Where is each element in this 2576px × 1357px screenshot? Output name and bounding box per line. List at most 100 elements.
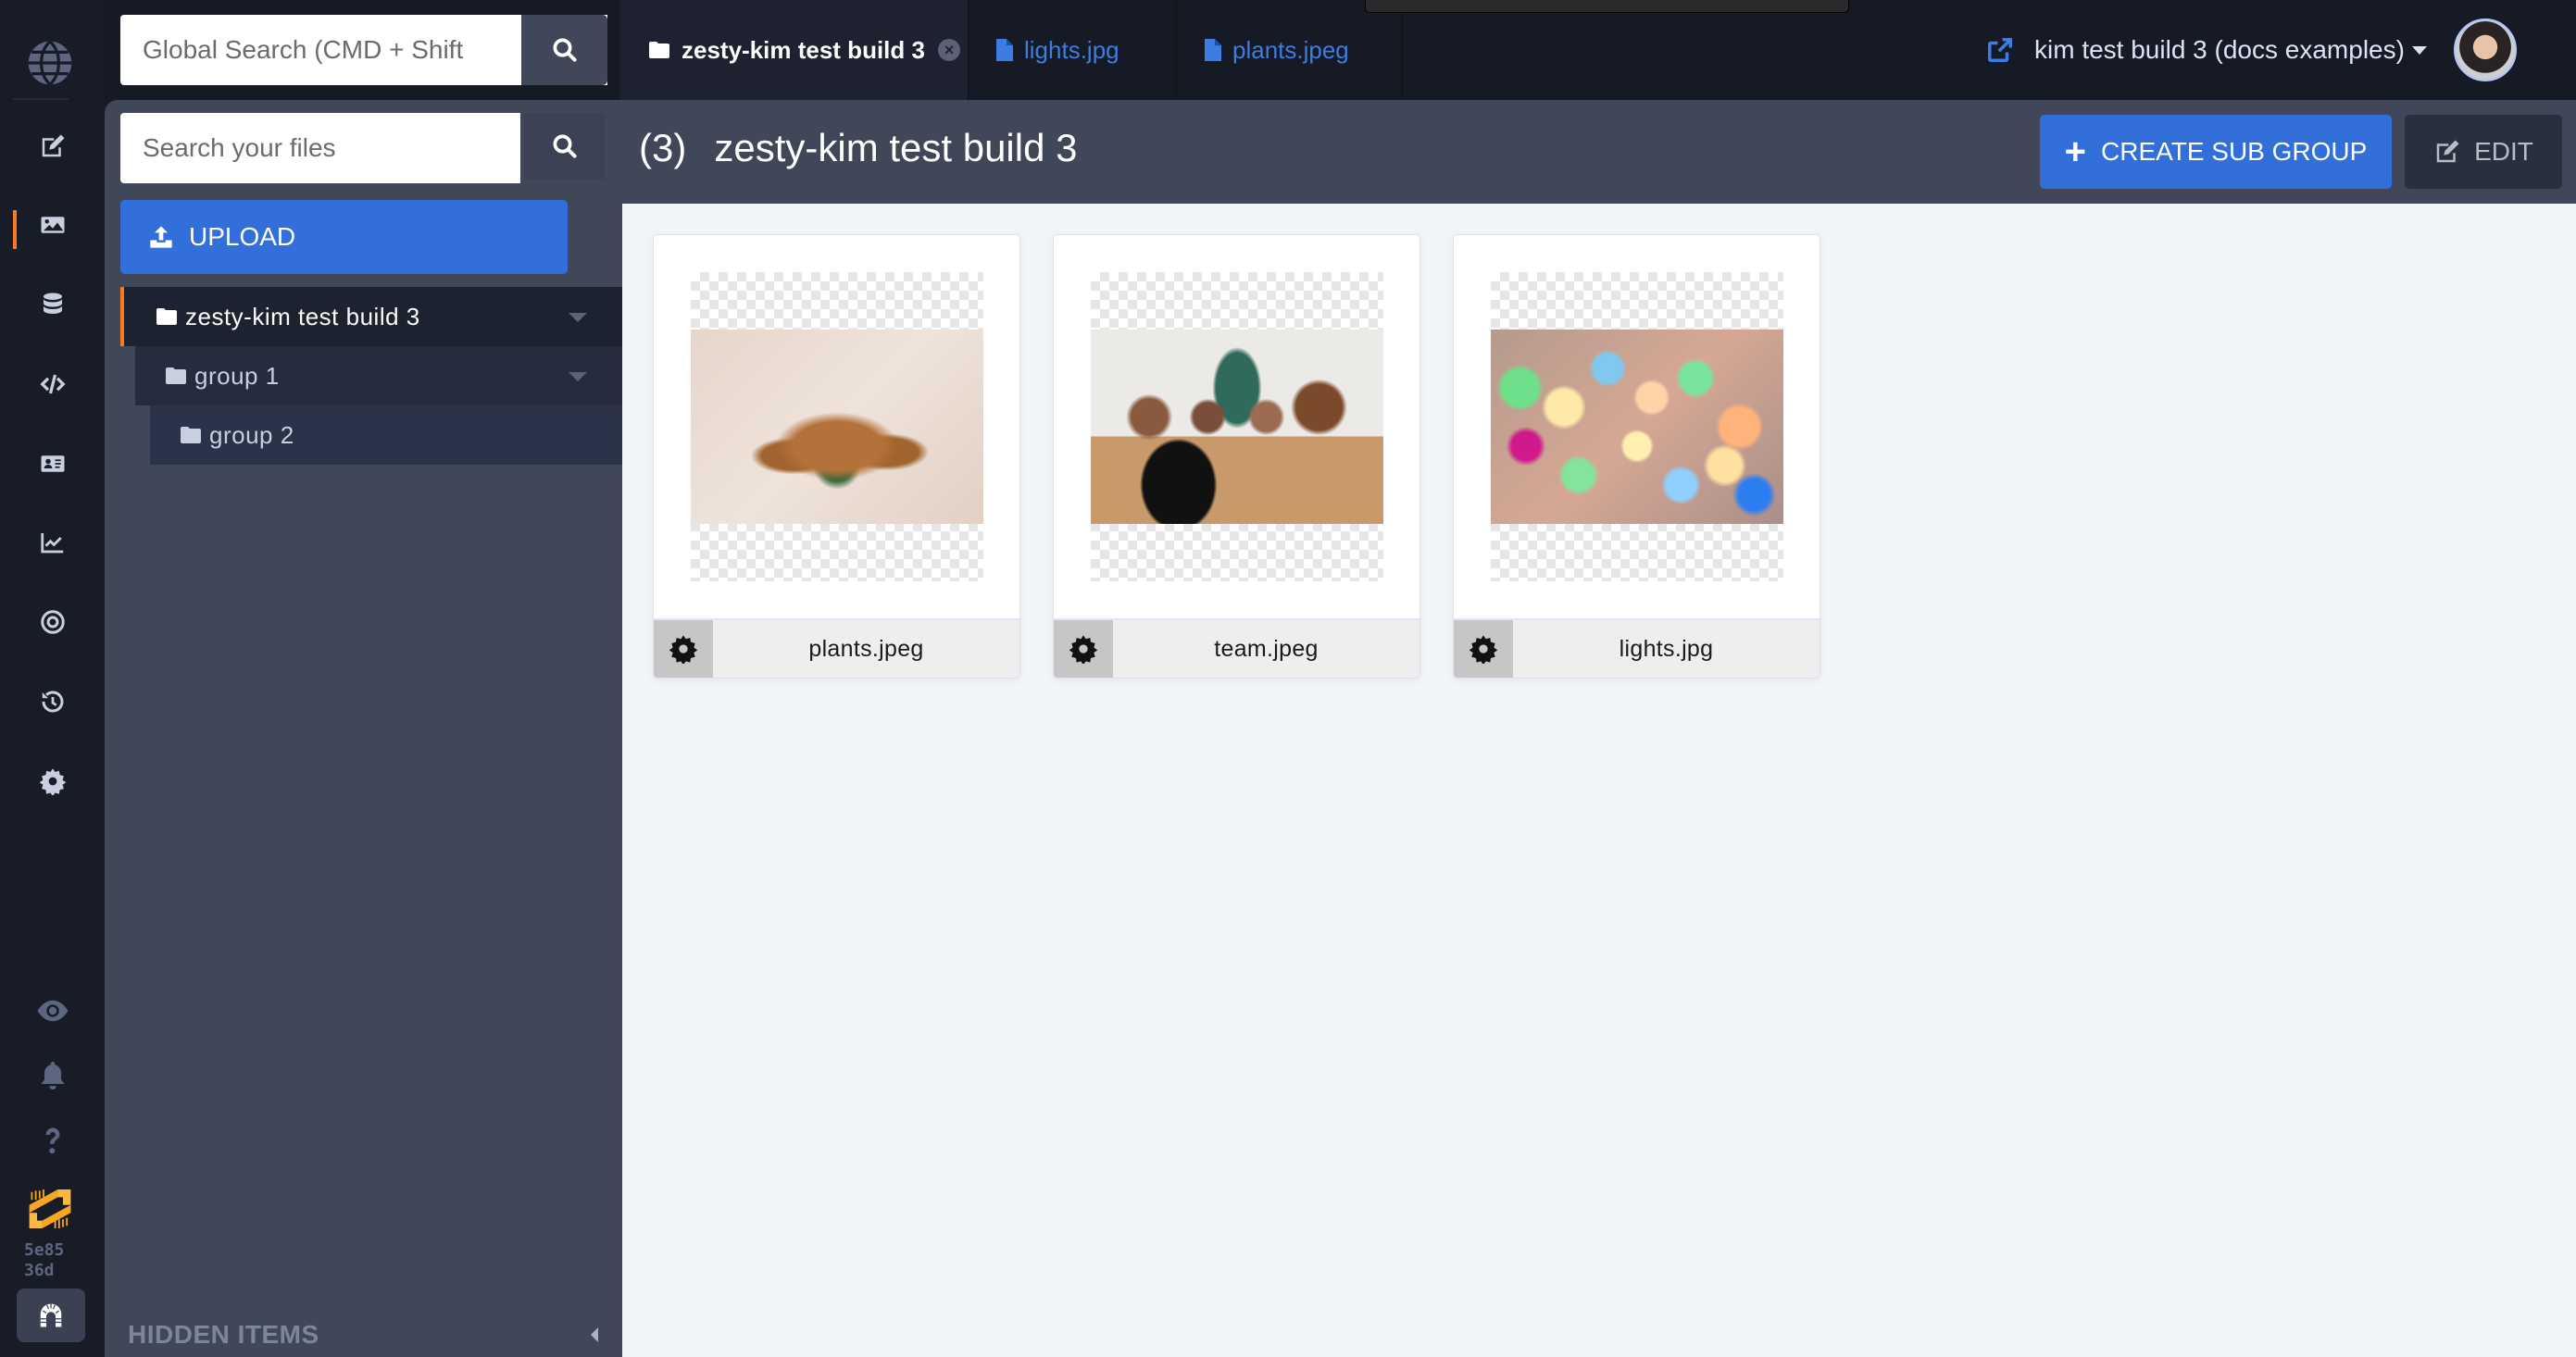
external-link-icon[interactable] bbox=[1986, 36, 2014, 64]
media-sidebar: Search your files UPLOAD zesty-kim test … bbox=[105, 100, 622, 1357]
plants-thumbnail bbox=[691, 330, 983, 524]
file-card-footer: team.jpeg bbox=[1054, 618, 1419, 678]
tab-plants-jpeg[interactable]: plants.jpeg bbox=[1176, 0, 1403, 100]
file-name: plants.jpeg bbox=[808, 635, 924, 662]
file-search-input[interactable]: Search your files bbox=[120, 113, 520, 183]
code-icon bbox=[39, 374, 66, 394]
team-thumbnail bbox=[1091, 330, 1383, 524]
tab-label: plants.jpeg bbox=[1232, 35, 1349, 64]
folder-icon bbox=[181, 427, 201, 443]
search-icon bbox=[553, 38, 577, 62]
database-icon bbox=[43, 293, 62, 314]
top-bar: Global Search (CMD + Shift zesty-kim tes… bbox=[105, 0, 2576, 100]
file-settings-button[interactable] bbox=[1454, 620, 1513, 678]
instance-switcher[interactable]: kim test build 3 (docs examples) bbox=[1986, 0, 2427, 100]
app-nav-rail: 5e85 36d bbox=[0, 0, 105, 1357]
transparency-backdrop bbox=[1091, 272, 1383, 581]
edit-icon bbox=[2436, 140, 2459, 163]
gear-icon bbox=[39, 768, 66, 795]
rail-item-notifications[interactable] bbox=[0, 1048, 105, 1103]
instance-name: kim test build 3 (docs examples) bbox=[2034, 35, 2405, 64]
caret-down-icon[interactable] bbox=[569, 372, 587, 381]
create-sub-group-label: CREATE SUB GROUP bbox=[2101, 137, 2368, 166]
upload-icon bbox=[150, 226, 172, 248]
file-name: lights.jpg bbox=[1619, 635, 1714, 662]
tree-item-label: group 1 bbox=[194, 361, 280, 390]
edit-label: EDIT bbox=[2474, 137, 2533, 166]
create-sub-group-button[interactable]: + CREATE SUB GROUP bbox=[2040, 115, 2392, 189]
rail-item-audit-trail[interactable] bbox=[0, 674, 105, 729]
tab-label: lights.jpg bbox=[1024, 35, 1119, 64]
app-root: 5e85 36d Global Search (CMD + Shift zest… bbox=[0, 0, 2576, 1357]
search-icon bbox=[553, 134, 577, 158]
lights-thumbnail bbox=[1491, 330, 1783, 524]
rail-item-content[interactable] bbox=[0, 118, 105, 174]
history-icon bbox=[42, 691, 63, 713]
tree-item-label: group 2 bbox=[209, 420, 294, 449]
globe-icon[interactable] bbox=[24, 37, 76, 89]
rail-item-settings[interactable] bbox=[0, 753, 105, 809]
gear-icon bbox=[669, 635, 698, 664]
file-icon bbox=[1205, 39, 1221, 61]
global-search-button[interactable] bbox=[521, 15, 607, 85]
question-icon bbox=[45, 1127, 59, 1154]
close-tab-icon[interactable]: × bbox=[937, 39, 960, 61]
file-settings-button[interactable] bbox=[654, 620, 713, 678]
file-search-button[interactable] bbox=[524, 113, 605, 180]
file-card-footer: plants.jpeg bbox=[654, 618, 1019, 678]
address-card-icon bbox=[41, 455, 64, 472]
file-card[interactable]: lights.jpg bbox=[1453, 234, 1820, 678]
edit-button[interactable]: EDIT bbox=[2405, 115, 2562, 189]
bell-icon bbox=[40, 1062, 65, 1089]
file-search-placeholder: Search your files bbox=[143, 133, 336, 162]
tree-item-zesty-kim-test-build-3[interactable]: zesty-kim test build 3 bbox=[120, 287, 622, 346]
file-card[interactable]: team.jpeg bbox=[1053, 234, 1420, 678]
hidden-items-label[interactable]: HIDDEN ITEMS bbox=[128, 1320, 319, 1350]
folder-icon bbox=[166, 367, 186, 384]
file-card[interactable]: plants.jpeg bbox=[653, 234, 1020, 678]
build-hash-line-2: 36d bbox=[24, 1261, 55, 1280]
global-search-placeholder: Global Search (CMD + Shift bbox=[143, 35, 464, 64]
group-title: zesty-kim test build 3 bbox=[714, 126, 1078, 169]
build-hash: 5e85 36d bbox=[24, 1240, 64, 1281]
tab-zesty-kim-test-build-3[interactable]: zesty-kim test build 3 × bbox=[620, 0, 968, 100]
image-icon bbox=[41, 217, 64, 233]
top-notch bbox=[1365, 0, 1849, 13]
rail-item-seo[interactable] bbox=[0, 594, 105, 650]
chart-line-icon bbox=[40, 533, 63, 554]
rail-item-code[interactable] bbox=[0, 356, 105, 412]
upload-button[interactable]: UPLOAD bbox=[120, 200, 568, 274]
file-grid: plants.jpeg team.jpeg lights.jpg bbox=[622, 204, 2576, 1357]
tab-label: zesty-kim test build 3 bbox=[682, 35, 925, 64]
file-name: team.jpeg bbox=[1214, 635, 1319, 662]
file-settings-button[interactable] bbox=[1054, 620, 1113, 678]
file-icon bbox=[996, 39, 1013, 61]
zesty-logo-icon bbox=[29, 1189, 71, 1228]
target-icon bbox=[40, 610, 65, 634]
vault-button[interactable] bbox=[17, 1289, 85, 1342]
transparency-backdrop bbox=[691, 272, 983, 581]
tree-item-group-2[interactable]: group 2 bbox=[150, 405, 622, 465]
rail-divider bbox=[13, 98, 69, 100]
archway-icon bbox=[40, 1303, 62, 1327]
eye-icon bbox=[37, 1000, 68, 1022]
page-title: (3) zesty-kim test build 3 bbox=[639, 126, 1077, 170]
edit-icon bbox=[42, 134, 64, 157]
tree-item-label: zesty-kim test build 3 bbox=[185, 302, 420, 330]
transparency-backdrop bbox=[1491, 272, 1783, 581]
user-avatar[interactable] bbox=[2454, 19, 2517, 81]
chevron-down-icon bbox=[2411, 45, 2427, 55]
tab-lights-jpg[interactable]: lights.jpg bbox=[968, 0, 1176, 100]
rail-item-preview[interactable] bbox=[0, 983, 105, 1039]
rail-item-media[interactable] bbox=[0, 197, 105, 253]
group-header: (3) zesty-kim test build 3 + CREATE SUB G… bbox=[622, 100, 2576, 204]
gear-icon bbox=[1069, 635, 1098, 664]
caret-down-icon[interactable] bbox=[569, 313, 587, 322]
rail-item-schema[interactable] bbox=[0, 277, 105, 332]
caret-left-icon[interactable] bbox=[591, 1327, 598, 1342]
tree-item-group-1[interactable]: group 1 bbox=[135, 346, 622, 405]
rail-item-help[interactable] bbox=[0, 1113, 105, 1168]
rail-item-leads[interactable] bbox=[0, 436, 105, 492]
rail-item-analytics[interactable] bbox=[0, 515, 105, 570]
file-count: (3) bbox=[639, 126, 687, 169]
